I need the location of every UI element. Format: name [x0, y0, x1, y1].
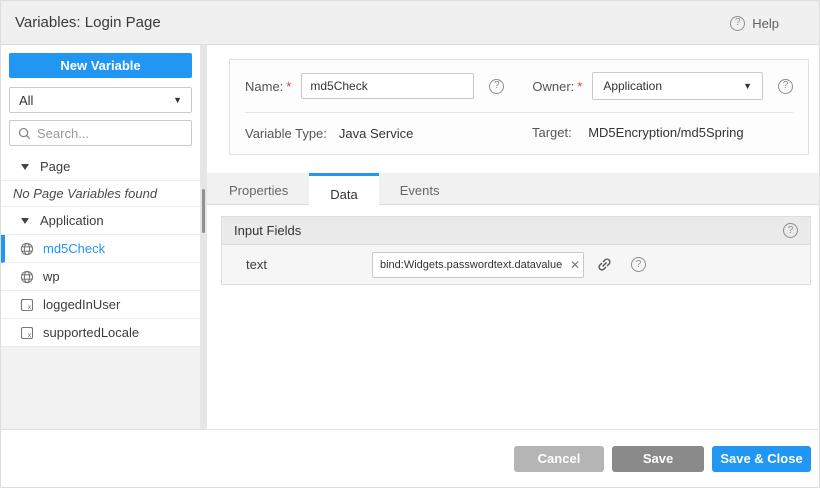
required-asterisk: *: [577, 79, 582, 94]
owner-selected-value: Application: [603, 79, 662, 93]
help-link[interactable]: ? Help: [730, 1, 779, 45]
name-help-icon[interactable]: ?: [489, 79, 504, 94]
tree-group-application[interactable]: Application: [1, 207, 200, 235]
search-icon: [18, 127, 31, 140]
detail-tabs: Properties Data Events: [207, 173, 819, 205]
input-field-row-text: text ✕ ?: [222, 245, 810, 284]
field-name-label: text: [222, 257, 372, 272]
input-fields-help-icon[interactable]: ?: [783, 223, 798, 238]
service-variable-icon: [20, 242, 34, 256]
collapse-caret-icon: [21, 218, 29, 224]
name-label: Name:: [245, 79, 283, 94]
variable-item-wp[interactable]: wp: [1, 263, 200, 291]
new-variable-button[interactable]: New Variable: [9, 53, 192, 78]
input-fields-title: Input Fields: [234, 223, 301, 238]
variable-item-label: loggedInUser: [43, 297, 120, 312]
sidebar-filler: [1, 347, 200, 429]
dialog-header: Variables: Login Page: [1, 1, 819, 45]
variables-dialog: Variables: Login Page ? Help New Variabl…: [0, 0, 820, 488]
variable-item-md5check[interactable]: md5Check: [1, 235, 200, 263]
input-fields-panel: Input Fields ? text ✕ ?: [221, 216, 811, 285]
variable-type-label: Variable Type:: [245, 126, 327, 141]
model-variable-icon: x: [20, 326, 34, 340]
sidebar-divider: [200, 45, 207, 429]
tree-group-label: Page: [40, 159, 70, 174]
variable-item-label: wp: [43, 269, 60, 284]
dialog-footer: Cancel Save Save & Close: [1, 429, 819, 487]
variable-item-loggedinuser[interactable]: x loggedInUser: [1, 291, 200, 319]
model-variable-icon: x: [20, 298, 34, 312]
tree-group-page[interactable]: Page: [1, 153, 200, 181]
svg-text:x: x: [27, 331, 31, 339]
save-button[interactable]: Save: [612, 446, 704, 472]
help-label: Help: [752, 16, 779, 31]
input-fields-header: Input Fields ?: [222, 217, 810, 245]
search-input[interactable]: [37, 126, 183, 141]
bind-link-icon[interactable]: [596, 256, 613, 273]
variable-item-label: md5Check: [43, 241, 105, 256]
tab-data[interactable]: Data: [309, 173, 378, 212]
target-value: MD5Encryption/md5Spring: [588, 125, 743, 140]
target-label: Target:: [532, 125, 572, 140]
variable-type-value: Java Service: [339, 126, 413, 141]
service-variable-icon: [20, 270, 34, 284]
required-asterisk: *: [286, 79, 291, 94]
variable-item-label: supportedLocale: [43, 325, 139, 340]
bind-input-wrap: ✕: [372, 252, 584, 278]
filter-selected-value: All: [19, 93, 33, 108]
collapse-caret-icon: [21, 164, 29, 170]
search-box: [9, 120, 192, 146]
owner-select[interactable]: Application ▼: [592, 72, 763, 100]
sidebar-scrollbar[interactable]: [202, 189, 205, 233]
tab-events[interactable]: Events: [379, 173, 461, 205]
variables-sidebar: New Variable All ▼ Page No Page Variable…: [1, 45, 200, 429]
chevron-down-icon: ▼: [743, 81, 752, 91]
variable-filter-select[interactable]: All ▼: [9, 87, 192, 113]
owner-label: Owner:: [532, 79, 574, 94]
page-empty-message: No Page Variables found: [1, 181, 200, 207]
tree-group-label: Application: [40, 213, 104, 228]
dialog-title: Variables: Login Page: [15, 14, 161, 31]
cancel-button[interactable]: Cancel: [514, 446, 604, 472]
name-owner-row: Name: * ? Owner: * Application ▼ ?: [245, 72, 793, 100]
svg-text:x: x: [27, 303, 31, 311]
tab-properties[interactable]: Properties: [208, 173, 309, 205]
field-help-icon[interactable]: ?: [631, 257, 646, 272]
variables-tree: Page No Page Variables found Application…: [1, 153, 200, 347]
bind-value-input[interactable]: [372, 252, 584, 278]
owner-help-icon[interactable]: ?: [778, 79, 793, 94]
help-circle-icon: ?: [730, 16, 745, 31]
type-target-row: Variable Type: Java Service Target: MD5E…: [245, 113, 793, 153]
variable-detail-panel: Name: * ? Owner: * Application ▼ ? Varia…: [207, 45, 819, 429]
variable-item-supportedlocale[interactable]: x supportedLocale: [1, 319, 200, 347]
save-and-close-button[interactable]: Save & Close: [712, 446, 811, 472]
chevron-down-icon: ▼: [173, 95, 182, 105]
clear-bind-icon[interactable]: ✕: [570, 259, 580, 271]
name-input[interactable]: [301, 73, 474, 99]
variable-summary-box: Name: * ? Owner: * Application ▼ ? Varia…: [229, 59, 809, 155]
